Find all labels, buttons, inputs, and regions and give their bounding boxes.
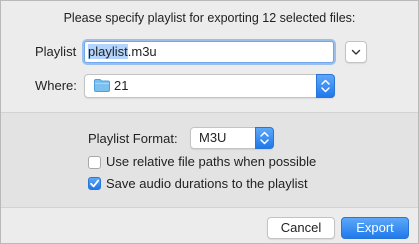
playlist-format-popup[interactable]: M3U	[190, 127, 274, 149]
format-popup-arrows	[255, 127, 274, 149]
chevron-down-icon	[351, 49, 361, 55]
playlist-name-text: playlist.m3u	[88, 44, 157, 59]
relative-paths-label[interactable]: Use relative file paths when possible	[106, 154, 316, 169]
up-down-arrows-icon	[260, 131, 269, 145]
where-popup-arrows	[316, 74, 335, 98]
export-playlist-dialog: Please specify playlist for exporting 12…	[0, 0, 419, 244]
playlist-format-value: M3U	[199, 130, 227, 145]
up-down-arrows-icon	[321, 79, 330, 93]
folder-icon	[94, 79, 110, 92]
checkmark-icon	[90, 179, 100, 188]
cancel-button[interactable]: Cancel	[267, 217, 335, 239]
save-durations-checkbox[interactable]	[88, 177, 101, 190]
export-button[interactable]: Export	[341, 217, 409, 239]
where-folder-popup[interactable]: 21	[84, 74, 335, 98]
dialog-message: Please specify playlist for exporting 12…	[63, 11, 356, 25]
relative-paths-checkbox[interactable]	[88, 156, 101, 169]
playlist-name-extension: .m3u	[127, 44, 157, 59]
save-durations-label[interactable]: Save audio durations to the playlist	[106, 176, 308, 191]
where-folder-name: 21	[114, 78, 129, 93]
where-label: Where:	[35, 78, 77, 93]
playlist-format-label: Playlist Format:	[88, 131, 178, 146]
playlist-label: Playlist	[35, 44, 77, 59]
playlist-name-selected: playlist	[88, 44, 128, 59]
playlist-name-field[interactable]: playlist.m3u	[84, 41, 334, 63]
expand-save-panel-button[interactable]	[345, 41, 367, 63]
